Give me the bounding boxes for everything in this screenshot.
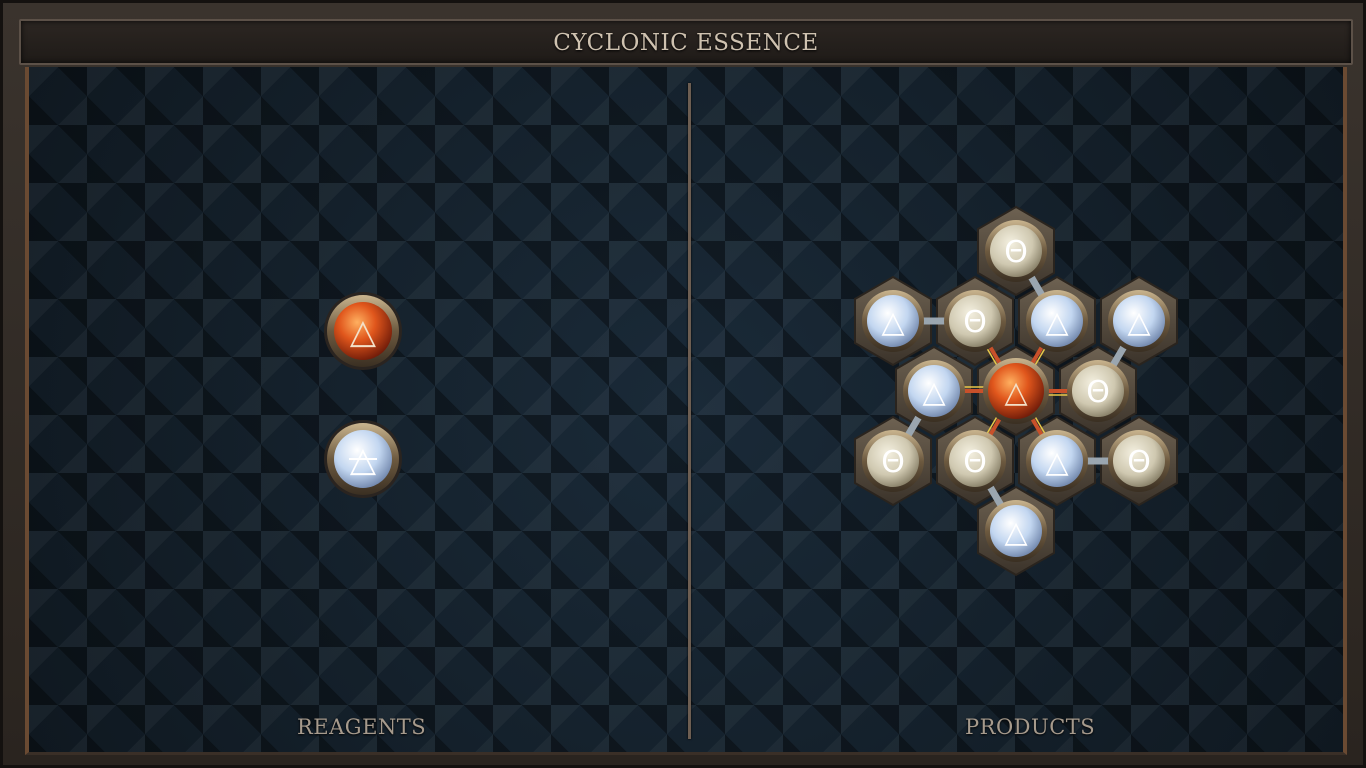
atom-salt: Θ xyxy=(862,430,924,492)
salt-symbol-icon: Θ xyxy=(963,305,987,340)
window-frame: CYCLONIC ESSENCE △ △ Θ △ Θ △ △ △ △ Θ Θ Θ… xyxy=(0,0,1366,768)
salt-symbol-icon: Θ xyxy=(881,445,905,480)
title-bar: CYCLONIC ESSENCE xyxy=(19,19,1353,65)
atom-salt: Θ xyxy=(944,290,1006,352)
salt-symbol-icon: Θ xyxy=(1127,445,1151,480)
salt-symbol-icon: Θ xyxy=(963,445,987,480)
reagent-air-atom[interactable]: △ xyxy=(324,420,402,498)
product-molecule[interactable]: Θ △ Θ △ △ △ △ Θ Θ Θ △ Θ △ xyxy=(854,205,1178,577)
products-label: PRODUCTS xyxy=(965,715,1096,739)
molecule-canvas: △ △ Θ △ Θ △ △ △ △ Θ Θ Θ △ Θ △ xyxy=(324,205,1178,577)
air-symbol-icon: △ xyxy=(1045,445,1068,480)
puzzle-board: △ △ Θ △ Θ △ △ △ △ Θ Θ Θ △ Θ △ REAGENTS P… xyxy=(25,67,1347,755)
air-symbol-icon: △ xyxy=(1127,305,1150,340)
page-title: CYCLONIC ESSENCE xyxy=(553,30,819,56)
reagent-fire-atom[interactable]: △ xyxy=(324,292,402,370)
atom-salt: Θ xyxy=(1067,360,1129,422)
fire-symbol-icon: △ xyxy=(1004,375,1027,410)
atom-air: △ xyxy=(1026,430,1088,492)
atom-salt: Θ xyxy=(944,430,1006,492)
atom-fire: △ xyxy=(983,358,1049,424)
atom-air: △ xyxy=(862,290,924,352)
fire-symbol-icon: △ xyxy=(350,312,377,352)
reagents-label: REAGENTS xyxy=(297,715,427,739)
air-symbol-icon: △ xyxy=(922,375,945,410)
atom-salt: Θ xyxy=(1108,430,1170,492)
atom-air: △ xyxy=(985,500,1047,562)
air-symbol-icon: △ xyxy=(1004,515,1027,550)
atom-air: △ xyxy=(903,360,965,422)
air-symbol-icon: △ xyxy=(1045,305,1068,340)
salt-symbol-icon: Θ xyxy=(1086,375,1110,410)
atom-salt: Θ xyxy=(985,220,1047,282)
air-symbol-icon: △ xyxy=(881,305,904,340)
atom-air: △ xyxy=(1108,290,1170,352)
atom-air: △ xyxy=(1026,290,1088,352)
salt-symbol-icon: Θ xyxy=(1004,235,1028,270)
